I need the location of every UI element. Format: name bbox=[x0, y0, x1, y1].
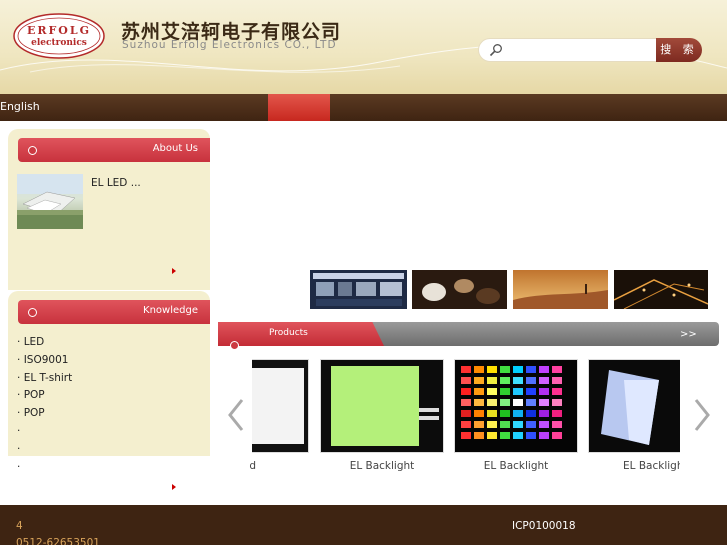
about-panel-header: About Us bbox=[18, 138, 210, 162]
product-caption[interactable]: EL Backlight bbox=[454, 460, 578, 472]
knowledge-panel-header: Knowledge bbox=[18, 300, 210, 324]
knowledge-more-arrow-icon bbox=[172, 484, 176, 490]
banner-thumb-2[interactable] bbox=[412, 270, 507, 309]
about-text-led: LED bbox=[106, 177, 128, 189]
knowledge-item[interactable]: · POP bbox=[17, 389, 72, 407]
main-nav: English bbox=[0, 94, 727, 121]
erfolg-logo[interactable]: ERFOLG electronics bbox=[12, 12, 106, 60]
product-image bbox=[589, 360, 680, 452]
footer-phone: 0512-62653501 bbox=[16, 537, 100, 545]
about-text-ellipsis: ... bbox=[130, 177, 141, 189]
search-icon bbox=[489, 44, 502, 57]
language-switcher: English bbox=[0, 100, 40, 113]
banner-thumb-4[interactable] bbox=[614, 270, 708, 309]
knowledge-item[interactable]: · ISO9001 bbox=[17, 354, 72, 372]
footer-icp[interactable]: ICP0100018 bbox=[512, 520, 576, 532]
nav-item-products[interactable] bbox=[457, 94, 519, 121]
product-card[interactable] bbox=[252, 359, 309, 453]
product-caption[interactable]: EL Backligh bbox=[588, 460, 680, 472]
header: ERFOLG electronics 苏州艾涪轲电子有限公司 Suzhou Er… bbox=[0, 0, 727, 94]
product-card[interactable] bbox=[588, 359, 680, 453]
product-image bbox=[455, 360, 577, 452]
about-text-el: EL bbox=[91, 177, 104, 189]
banner-thumb-1[interactable] bbox=[310, 270, 407, 309]
about-more-arrow-icon bbox=[172, 268, 176, 274]
about-title-en: About Us bbox=[152, 143, 198, 154]
carousel-prev-icon[interactable] bbox=[226, 398, 246, 432]
product-card[interactable] bbox=[320, 359, 444, 453]
products-title-en: Products bbox=[269, 328, 308, 338]
knowledge-item[interactable]: · EL T-shirt bbox=[17, 372, 72, 390]
products-more-link[interactable]: >> bbox=[680, 329, 697, 340]
knowledge-title-en: Knowledge bbox=[143, 305, 198, 316]
knowledge-item[interactable]: · LED bbox=[17, 336, 72, 354]
company-name-en: Suzhou Erfolg Electronics CO., LTD bbox=[122, 39, 337, 51]
banner-thumb-3[interactable] bbox=[513, 270, 608, 309]
nav-item-message[interactable] bbox=[583, 94, 645, 121]
product-image bbox=[252, 360, 308, 452]
carousel-next-icon[interactable] bbox=[692, 398, 712, 432]
footer-address: 4 bbox=[16, 520, 23, 532]
about-description: EL LED ... bbox=[18, 175, 202, 193]
logo-line2: electronics bbox=[31, 38, 87, 48]
knowledge-item[interactable]: · bbox=[17, 425, 72, 443]
products-dot-icon bbox=[230, 341, 239, 350]
nav-item-knowledge[interactable] bbox=[520, 94, 582, 121]
knowledge-dot-icon bbox=[28, 308, 37, 317]
search-button[interactable]: 搜 索 bbox=[656, 38, 702, 62]
nav-item-about[interactable] bbox=[331, 94, 393, 121]
product-image bbox=[321, 360, 443, 452]
product-card[interactable] bbox=[454, 359, 578, 453]
about-dot-icon bbox=[28, 146, 37, 155]
product-caption[interactable]: EL Backlight bbox=[320, 460, 444, 472]
nav-item-contact[interactable] bbox=[646, 94, 708, 121]
product-caption[interactable]: d bbox=[196, 460, 316, 472]
logo-line1: ERFOLG bbox=[27, 24, 91, 37]
knowledge-list: · LED · ISO9001 · EL T-shirt · POP · POP… bbox=[17, 336, 72, 478]
nav-item-home[interactable] bbox=[268, 94, 330, 121]
knowledge-item[interactable]: · bbox=[17, 443, 72, 461]
footer bbox=[0, 505, 727, 545]
search-input[interactable] bbox=[478, 38, 658, 62]
lang-english-link[interactable]: English bbox=[0, 100, 40, 113]
page: ERFOLG electronics 苏州艾涪轲电子有限公司 Suzhou Er… bbox=[0, 0, 727, 545]
nav-item-news[interactable] bbox=[394, 94, 456, 121]
knowledge-item[interactable]: · POP bbox=[17, 407, 72, 425]
knowledge-item[interactable]: · bbox=[17, 461, 72, 479]
